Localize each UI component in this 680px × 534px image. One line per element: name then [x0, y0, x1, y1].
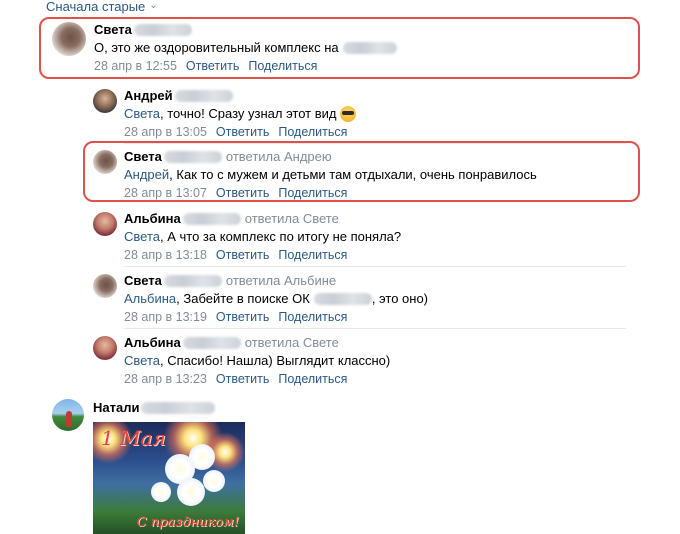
mention-link[interactable]: Света: [124, 105, 160, 123]
reply-button[interactable]: Ответить: [216, 123, 269, 141]
comment-author[interactable]: Андрей: [124, 87, 173, 105]
card-title: 1 Мая: [101, 426, 166, 450]
reply-button[interactable]: Ответить: [216, 246, 269, 264]
comment-timestamp[interactable]: 28 апр в 13:18: [124, 246, 207, 264]
comment-item: Света ответила Альбине Альбина , Забейте…: [93, 272, 428, 326]
comment-item: Альбина ответила Свете Света , А что за …: [93, 210, 401, 264]
sunglasses-emoji-icon: [339, 106, 356, 122]
avatar[interactable]: [93, 150, 117, 174]
comment-timestamp[interactable]: 28 апр в 13:23: [124, 370, 207, 388]
redacted-surname: [182, 213, 241, 225]
flower-decoration: [151, 482, 171, 502]
divider: [124, 266, 626, 267]
flower-decoration: [189, 444, 215, 470]
comment-text: , Спасибо! Нашла) Выглядит классно): [160, 353, 391, 368]
comment-text-end: , это оно): [371, 291, 429, 306]
reply-target[interactable]: ответила Альбине: [226, 272, 336, 290]
reply-button[interactable]: Ответить: [216, 370, 269, 388]
comment-author[interactable]: Света: [124, 272, 162, 290]
flower-decoration: [203, 470, 225, 492]
greeting-card-image[interactable]: 1 Мая С праздником!: [93, 422, 245, 534]
mention-link[interactable]: Света: [124, 352, 160, 370]
comment-text: , точно! Сразу узнал этот вид: [160, 106, 337, 121]
redacted-text: [342, 42, 397, 54]
reply-button[interactable]: Ответить: [216, 308, 269, 326]
flower-decoration: [177, 478, 205, 506]
comment-text: О, это же оздоровительный комплекс на: [94, 40, 339, 55]
comment-timestamp[interactable]: 28 апр в 12:55: [94, 57, 177, 75]
reply-target[interactable]: ответила Свете: [245, 334, 339, 352]
comment-author[interactable]: Альбина: [124, 334, 181, 352]
share-button[interactable]: Поделиться: [278, 246, 347, 264]
share-button[interactable]: Поделиться: [278, 123, 347, 141]
avatar[interactable]: [52, 22, 86, 56]
redacted-surname: [163, 151, 222, 163]
redacted-surname: [163, 275, 222, 287]
redacted-surname: [174, 90, 233, 102]
sort-order-label: Сначала старые: [46, 0, 146, 14]
share-button[interactable]: Поделиться: [278, 308, 347, 326]
comment-author[interactable]: Света: [94, 21, 132, 39]
comment-author[interactable]: Натали: [93, 399, 139, 417]
comment-author[interactable]: Света: [124, 148, 162, 166]
divider: [124, 328, 626, 329]
comment-item: Света ответила Андрею Андрей , Как то с …: [93, 148, 537, 202]
comment-text: , Как то с мужем и детьми там отдыхали, …: [169, 167, 537, 182]
redacted-surname: [182, 337, 241, 349]
comment-text: , А что за комплекс по итогу не поняла?: [160, 229, 402, 244]
share-button[interactable]: Поделиться: [278, 184, 347, 202]
comment-author[interactable]: Альбина: [124, 210, 181, 228]
avatar[interactable]: [93, 274, 117, 298]
reply-button[interactable]: Ответить: [216, 184, 269, 202]
redacted-surname: [133, 24, 192, 36]
chevron-down-icon: ⌄: [149, 0, 158, 11]
reply-button[interactable]: Ответить: [186, 57, 239, 75]
comment-item: Света О, это же оздоровительный комплекс…: [52, 22, 397, 75]
comment-timestamp[interactable]: 28 апр в 13:05: [124, 123, 207, 141]
card-caption: С праздником!: [136, 515, 239, 530]
comment-text: , Забейте в поиске ОК: [176, 291, 310, 306]
comment-timestamp[interactable]: 28 апр в 13:07: [124, 184, 207, 202]
redacted-text: [313, 293, 372, 305]
mention-link[interactable]: Андрей: [124, 166, 169, 184]
comment-item: Андрей Света , точно! Сразу узнал этот в…: [93, 87, 356, 141]
avatar[interactable]: [93, 336, 117, 360]
reply-target[interactable]: ответила Свете: [245, 210, 339, 228]
redacted-surname: [141, 402, 216, 414]
divider: [124, 143, 626, 144]
avatar[interactable]: [52, 399, 84, 431]
sort-order-selector[interactable]: Сначала старые ⌄: [46, 0, 158, 14]
comment-timestamp[interactable]: 28 апр в 13:19: [124, 308, 207, 326]
avatar[interactable]: [93, 212, 117, 236]
share-button[interactable]: Поделиться: [248, 57, 317, 75]
comment-item: Альбина ответила Свете Света , Спасибо! …: [93, 334, 390, 388]
mention-link[interactable]: Света: [124, 228, 160, 246]
avatar[interactable]: [93, 89, 117, 113]
reply-target[interactable]: ответила Андрею: [226, 148, 332, 166]
mention-link[interactable]: Альбина: [124, 290, 176, 308]
share-button[interactable]: Поделиться: [278, 370, 347, 388]
